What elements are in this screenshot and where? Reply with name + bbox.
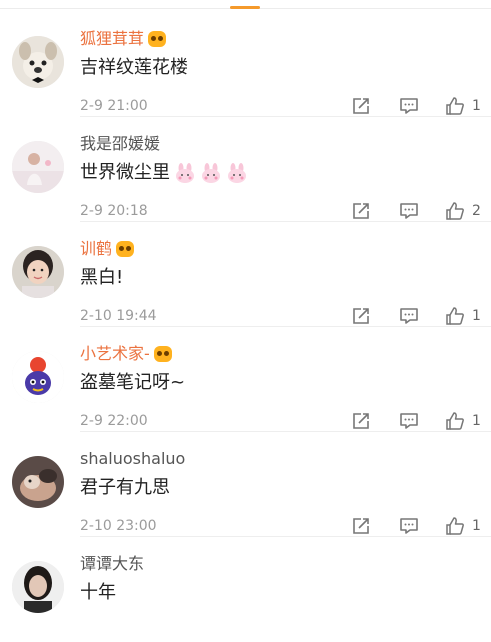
share-button[interactable] [350,304,372,328]
thumbs-up-icon [444,410,466,432]
comment-icon [398,95,420,117]
thumbs-up-icon [444,95,466,117]
comment-body: 盗墓笔记呀~ [80,372,186,393]
share-button[interactable] [350,199,372,223]
share-button[interactable] [350,514,372,538]
pink-bunny-emoji [174,162,196,184]
thumbs-up-icon [444,515,466,537]
comment-item: shaluoshaluo 君子有九思 2-10 23:00 1 [0,432,491,537]
username[interactable]: 训鹤 [80,238,112,260]
share-icon [350,410,372,432]
comment-item: 训鹤 黑白! 2-10 19:44 1 [0,222,491,327]
vip-badge-icon [116,241,135,257]
share-icon [350,200,372,222]
like-count: 1 [472,308,481,324]
pink-bunny-emoji [200,162,222,184]
comment-text: 盗墓笔记呀~ [80,369,185,397]
like-count: 1 [472,98,481,114]
avatar[interactable] [12,561,64,613]
reply-button[interactable] [398,409,420,433]
comment-icon [398,200,420,222]
like-button[interactable]: 1 [444,514,481,538]
tab-indicator [230,6,260,9]
timestamp: 2-9 22:00 [80,413,148,429]
reply-button[interactable] [398,304,420,328]
thumbs-up-icon [444,305,466,327]
pink-bunny-emoji [226,162,248,184]
like-button[interactable]: 1 [444,94,481,118]
username[interactable]: 小艺术家- [80,343,150,365]
username[interactable]: 谭谭大东 [80,553,144,575]
comment-body: 世界微尘里 [80,162,170,183]
timestamp: 2-10 19:44 [80,308,157,324]
avatar[interactable] [12,141,64,193]
comment-text: 黑白! [80,264,123,292]
avatar[interactable] [12,456,64,508]
comment-text: 君子有九思 [80,474,170,502]
comment-body: 君子有九思 [80,477,170,498]
comment-item: 小艺术家- 盗墓笔记呀~ 2-9 22:00 1 [0,327,491,432]
like-button[interactable]: 1 [444,409,481,433]
vip-badge-icon [153,346,172,362]
avatar[interactable] [12,246,64,298]
comment-text: 吉祥纹莲花楼 [80,54,188,82]
like-count: 1 [472,518,481,534]
share-button[interactable] [350,409,372,433]
timestamp: 2-9 21:00 [80,98,148,114]
comment-body: 十年 [80,582,116,603]
comment-item: 谭谭大东 十年 [0,537,491,642]
like-button[interactable]: 2 [444,199,481,223]
username[interactable]: shaluoshaluo [80,448,185,470]
like-count: 2 [472,203,481,219]
reply-button[interactable] [398,94,420,118]
comment-icon [398,305,420,327]
avatar[interactable] [12,351,64,403]
comment-item: 狐狸茸茸 吉祥纹莲花楼 2-9 21:00 1 [0,12,491,117]
username[interactable]: 我是邵媛媛 [80,133,160,155]
like-button[interactable]: 1 [444,304,481,328]
comment-icon [398,410,420,432]
share-icon [350,515,372,537]
share-button[interactable] [350,94,372,118]
comment-item: 我是邵媛媛 世界微尘里 2-9 20:18 2 [0,117,491,222]
vip-badge-icon [148,31,167,47]
timestamp: 2-9 20:18 [80,203,148,219]
timestamp: 2-10 23:00 [80,518,157,534]
thumbs-up-icon [444,200,466,222]
comment-icon [398,515,420,537]
comment-body: 黑白! [80,267,124,288]
comment-body: 吉祥纹莲花楼 [80,57,188,78]
username[interactable]: 狐狸茸茸 [80,28,144,50]
share-icon [350,305,372,327]
reply-button[interactable] [398,514,420,538]
avatar[interactable] [12,36,64,88]
share-icon [350,95,372,117]
comment-text: 世界微尘里 [80,159,248,187]
reply-button[interactable] [398,199,420,223]
comment-text: 十年 [80,579,116,607]
like-count: 1 [472,413,481,429]
